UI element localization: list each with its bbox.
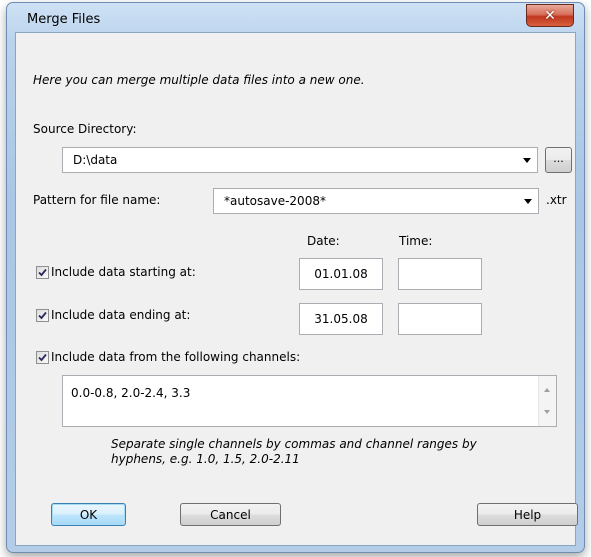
channels-hint-line2: hyphens, e.g. 1.0, 1.5, 2.0-2.11 — [111, 452, 300, 466]
close-button[interactable]: ✕ — [526, 4, 574, 27]
start-date-value: 01.01.08 — [314, 267, 368, 281]
end-date-value: 31.05.08 — [314, 312, 368, 326]
channels-textarea[interactable]: 0.0-0.8, 2.0-2.4, 3.3 — [62, 375, 557, 427]
source-directory-label: Source Directory: — [33, 122, 137, 136]
intro-text: Here you can merge multiple data files i… — [33, 73, 365, 87]
checkmark-icon — [38, 311, 47, 320]
window-title: Merge Files — [27, 12, 101, 27]
end-time-input[interactable] — [398, 303, 482, 335]
channels-checkbox[interactable] — [36, 351, 49, 364]
start-time-input[interactable] — [398, 258, 482, 290]
source-directory-combo[interactable]: D:\data — [62, 147, 538, 173]
ok-button-label: OK — [79, 507, 98, 522]
checkmark-icon — [38, 353, 47, 362]
source-directory-value: D:\data — [73, 153, 118, 167]
browse-button[interactable]: ... — [545, 147, 572, 173]
dialog-body: Here you can merge multiple data files i… — [15, 32, 578, 546]
dialog-window: Merge Files ✕ Here you can merge multipl… — [6, 2, 585, 553]
time-header: Time: — [399, 234, 433, 248]
end-date-input[interactable]: 31.05.08 — [299, 303, 383, 335]
pattern-combo[interactable]: *autosave-2008* — [213, 188, 539, 214]
start-checkbox[interactable] — [36, 266, 49, 279]
close-icon: ✕ — [544, 7, 556, 24]
help-button[interactable]: Help — [477, 503, 578, 526]
pattern-label: Pattern for file name: — [33, 193, 161, 207]
chevron-down-icon[interactable] — [524, 199, 532, 204]
end-label: Include data ending at: — [51, 308, 191, 322]
cancel-button[interactable]: Cancel — [180, 503, 281, 526]
cancel-button-label: Cancel — [210, 507, 251, 522]
pattern-suffix: .xtr — [546, 193, 567, 207]
start-label: Include data starting at: — [51, 265, 196, 279]
channels-hint: Separate single channels by commas and c… — [111, 437, 477, 467]
pattern-value: *autosave-2008* — [224, 194, 326, 208]
channels-hint-line1: Separate single channels by commas and c… — [111, 437, 477, 451]
checkmark-icon — [38, 268, 47, 277]
scroll-up-icon[interactable] — [544, 388, 550, 392]
ok-button[interactable]: OK — [51, 503, 126, 526]
start-date-input[interactable]: 01.01.08 — [299, 258, 383, 290]
date-header: Date: — [307, 234, 340, 248]
scroll-down-icon[interactable] — [544, 410, 550, 414]
chevron-down-icon[interactable] — [523, 158, 531, 163]
title-bar[interactable]: Merge Files ✕ — [7, 3, 584, 33]
channels-scrollbar[interactable] — [538, 376, 556, 426]
channels-label: Include data from the following channels… — [51, 350, 301, 364]
end-checkbox[interactable] — [36, 309, 49, 322]
channels-value: 0.0-0.8, 2.0-2.4, 3.3 — [71, 386, 191, 400]
browse-button-label: ... — [553, 151, 564, 165]
help-button-label: Help — [513, 507, 542, 522]
